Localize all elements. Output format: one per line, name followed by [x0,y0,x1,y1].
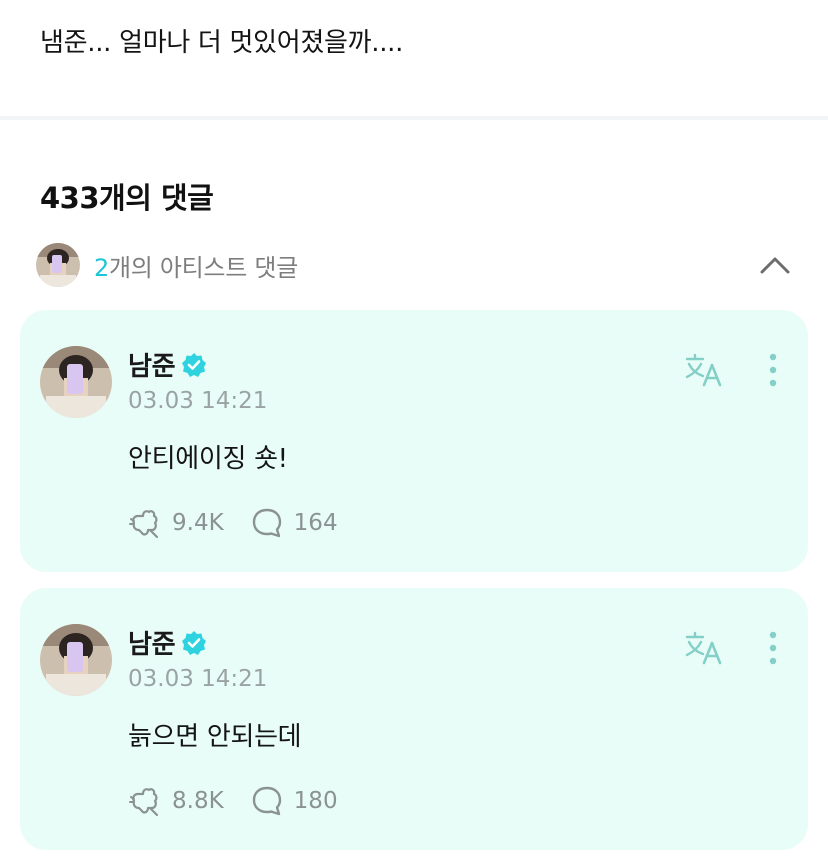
comment-author-row: 남준 [128,346,207,383]
comment-author-row: 남준 [128,624,207,661]
reply-count: 164 [293,510,338,536]
comment-stats: 9.4K 164 [128,506,338,540]
translate-icon[interactable] [684,630,726,666]
avatar[interactable] [40,624,112,696]
comment-author[interactable]: 남준 [128,346,176,383]
artist-comments-label: 2개의 아티스트 댓글 [94,248,298,283]
artist-comments-toggle[interactable]: 2개의 아티스트 댓글 [36,243,796,287]
comment-date: 03.03 14:21 [128,666,268,692]
like-count: 8.8K [172,788,224,814]
reply-icon[interactable] [250,506,284,540]
reply-icon[interactable] [250,784,284,818]
comment-author[interactable]: 남준 [128,624,176,661]
artist-comments-text: 개의 아티스트 댓글 [108,253,298,282]
more-options-icon[interactable] [758,630,788,666]
post-text: 냄준... 얼마나 더 멋있어졌을까.... [40,28,404,58]
comment-text: 늙으면 안되는데 [128,722,302,752]
like-count: 9.4K [172,510,224,536]
comment-date: 03.03 14:21 [128,388,268,414]
reply-count: 180 [293,788,338,814]
artist-comment-card: 남준 03.03 14:21 안티에이징 숏! 9.4K 164 [20,310,808,572]
avatar[interactable] [40,346,112,418]
artist-comments-count: 2 [94,253,109,282]
chevron-up-icon[interactable] [760,251,790,279]
verified-badge-icon [182,630,207,655]
comment-text: 안티에이징 숏! [128,444,288,474]
comments-count-title: 433개의 댓글 [40,181,214,215]
comment-stats: 8.8K 180 [128,784,338,818]
more-options-icon[interactable] [758,352,788,388]
artist-comment-card: 남준 03.03 14:21 늙으면 안되는데 8.8K 180 [20,588,808,850]
translate-icon[interactable] [684,352,726,388]
verified-badge-icon [182,352,207,377]
section-divider [0,116,828,120]
like-icon[interactable] [128,784,162,818]
artist-avatar [36,243,80,287]
like-icon[interactable] [128,506,162,540]
